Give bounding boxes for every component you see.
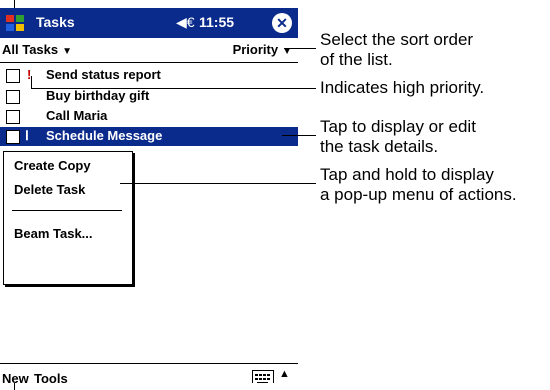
- task-row-selected[interactable]: Ⅰ Schedule Message: [0, 127, 298, 146]
- callout-line-popup: [120, 183, 316, 184]
- category-filter-dropdown[interactable]: All Tasks ▼: [2, 42, 72, 57]
- callout-line-sort: [284, 48, 316, 49]
- close-button[interactable]: ✕: [272, 13, 292, 33]
- tools-menu[interactable]: Tools: [34, 371, 68, 383]
- task-row[interactable]: Call Maria: [0, 107, 298, 126]
- category-filter-label: All Tasks: [2, 42, 59, 57]
- menu-item-beam-task[interactable]: Beam Task...: [14, 226, 93, 241]
- keyboard-icon[interactable]: [252, 370, 274, 383]
- new-button[interactable]: New: [2, 371, 29, 383]
- task-checkbox[interactable]: [6, 69, 20, 83]
- callout-line-priority: [31, 88, 316, 89]
- task-checkbox[interactable]: [6, 110, 20, 124]
- sort-order-label: Priority: [232, 42, 279, 57]
- callout-details-line2: the task details.: [320, 137, 439, 156]
- callout-popup-line2: a pop-up menu of actions.: [320, 185, 517, 204]
- start-menu-icon[interactable]: [4, 12, 26, 34]
- task-checkbox[interactable]: [6, 130, 20, 144]
- menu-divider: [12, 210, 122, 211]
- speaker-icon[interactable]: ◀€: [176, 14, 195, 31]
- callout-line-details: [282, 135, 316, 136]
- command-bar: New Tools ▲: [0, 363, 298, 383]
- sort-order-dropdown[interactable]: Priority ▼: [233, 42, 292, 57]
- task-name: Buy birthday gift: [46, 88, 150, 103]
- task-popup-menu: Create Copy Delete Task Beam Task...: [3, 151, 133, 285]
- filter-bar: All Tasks ▼ Priority ▼: [0, 38, 298, 63]
- clock[interactable]: 11:55: [199, 14, 234, 30]
- input-selector-arrow-icon[interactable]: ▲: [279, 368, 290, 380]
- task-name: Call Maria: [46, 108, 108, 123]
- callout-sort-line2: of the list.: [320, 50, 393, 69]
- callout-details-line1: Tap to display or edit: [320, 117, 476, 136]
- menu-item-create-copy[interactable]: Create Copy: [14, 158, 91, 173]
- callout-priority: Indicates high priority.: [320, 78, 485, 97]
- callout-popup-line1: Tap and hold to display: [320, 165, 494, 184]
- task-row[interactable]: ! Send status report: [0, 66, 298, 85]
- callout-sort-line1: Select the sort order: [320, 30, 474, 49]
- chevron-down-icon: ▼: [62, 46, 73, 57]
- menu-item-delete-task[interactable]: Delete Task: [14, 182, 85, 197]
- callout-line-priority-drop: [31, 76, 32, 88]
- app-title: Tasks: [36, 14, 75, 30]
- title-bar: Tasks ◀€ 11:55 ✕: [0, 8, 298, 38]
- task-row[interactable]: Buy birthday gift: [0, 87, 298, 106]
- task-name: Send status report: [46, 67, 161, 82]
- pda-screen: Tasks ◀€ 11:55 ✕ All Tasks ▼ Priority ▼ ! …: [0, 8, 298, 383]
- task-checkbox[interactable]: [6, 90, 20, 104]
- task-name: Schedule Message: [46, 128, 163, 143]
- cursor-icon: Ⅰ: [25, 128, 29, 143]
